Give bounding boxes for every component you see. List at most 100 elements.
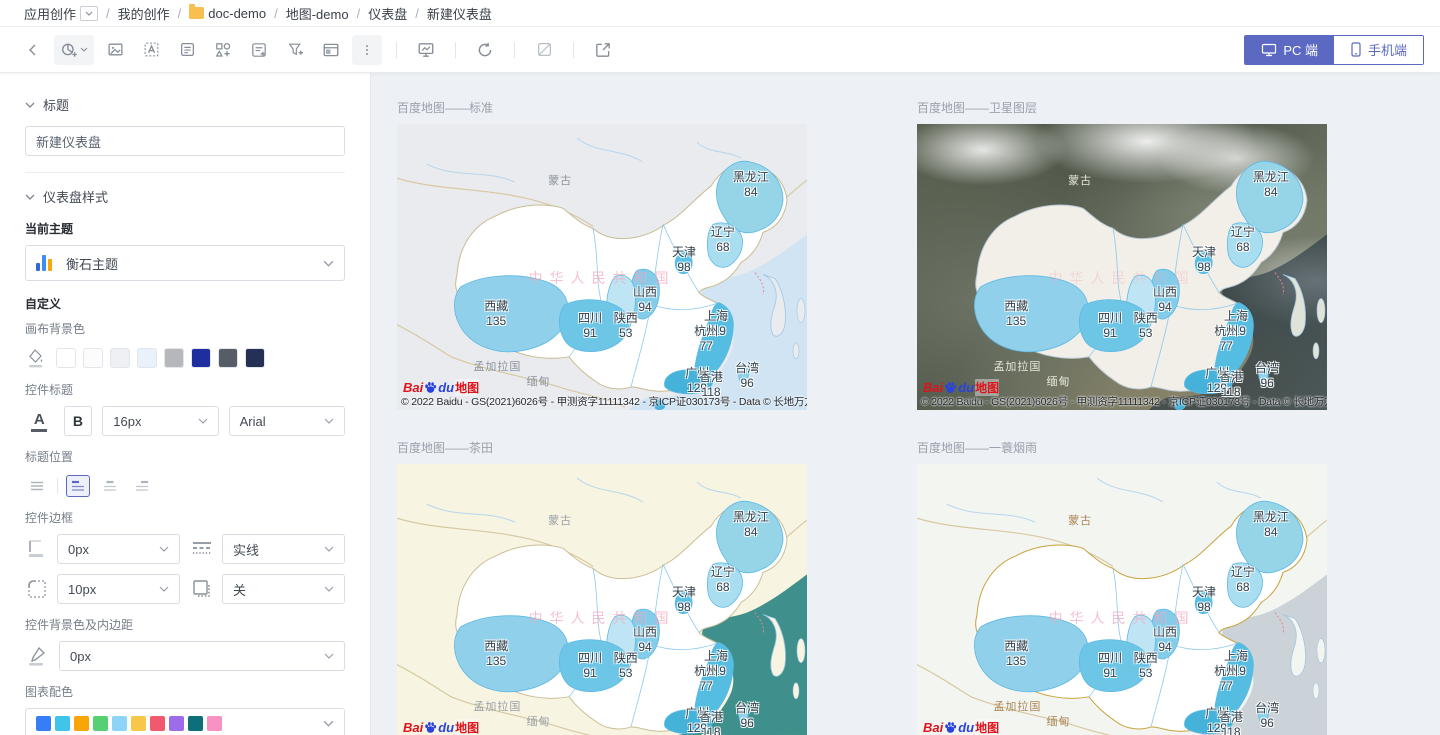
chevron-down-icon [323,720,334,727]
chevron-down-icon [324,418,334,424]
breadcrumb-new-dashboard[interactable]: 新建仪表盘 [427,4,492,23]
province-data-label: 辽宁68 [1231,225,1255,255]
baidu-map-widget[interactable]: 中华人民共和国 蒙古孟加拉国缅甸黑龙江84辽宁68天津98山西94陕西53西藏1… [917,464,1327,735]
widget-title-label: 控件标题 [25,381,345,398]
breadcrumb-my-creation[interactable]: 我的创作 [118,4,170,23]
section-style-label: 仪表盘样式 [43,187,108,206]
font-color-button[interactable]: A [25,406,54,436]
province-data-label: 黑龙江84 [733,510,769,540]
border-radius-select[interactable]: 10px [57,574,180,604]
province-value: 84 [1253,525,1289,540]
add-image-button[interactable] [100,35,130,65]
canvas-bg-color-swatch[interactable] [137,348,157,368]
canvas-bg-swatches [25,347,345,369]
province-name: 山西 [633,625,657,639]
section-dashboard-style-header[interactable]: 仪表盘样式 [25,187,345,206]
canvas-bg-color-swatch[interactable] [164,348,184,368]
breadcrumb-separator: / [178,6,182,21]
canvas-bg-color-swatch[interactable] [218,348,238,368]
province-name: 香港 [699,710,723,724]
contrast-button[interactable] [529,35,559,65]
add-text-button[interactable] [136,35,166,65]
breadcrumb-map-demo[interactable]: 地图-demo [286,4,349,23]
shadow-select[interactable]: 关 [222,574,345,604]
shadow-icon [190,577,214,601]
mobile-view-button[interactable]: 手机端 [1334,36,1423,64]
theme-select[interactable]: 衡石主题 [25,245,345,281]
province-name: 山西 [1153,285,1177,299]
add-form-button[interactable] [172,35,202,65]
baidu-map-widget[interactable]: 中华人民共和国 蒙古孟加拉国缅甸黑龙江84辽宁68天津98山西94陕西53西藏1… [917,124,1327,410]
paint-bucket-icon [25,347,47,369]
border-width-value: 0px [68,542,151,557]
funnel-filter-button[interactable] [280,35,310,65]
province-value: 135 [1004,314,1028,329]
chevron-down-icon [323,260,334,267]
present-button[interactable] [411,35,441,65]
customize-label: 自定义 [25,295,345,312]
title-position-group [25,475,345,497]
paint-brush-icon [25,644,49,668]
title-align-right-button[interactable] [130,475,154,497]
baidu-map-widget[interactable]: 中华人民共和国 蒙古孟加拉国缅甸黑龙江84辽宁68天津98山西94陕西53西藏1… [397,464,807,735]
breadcrumb-folder[interactable]: doc-demo [189,6,266,21]
chevron-down-icon [25,102,35,108]
phone-icon [1350,42,1362,57]
palette-color-chip [207,716,222,731]
province-data-label: 黑龙江84 [1253,510,1289,540]
border-width-select[interactable]: 0px [57,534,180,564]
map-card: 百度地图——标准 [397,99,807,410]
title-align-left-button[interactable] [66,475,90,497]
breadcrumb-dropdown-icon[interactable] [80,6,98,21]
baidu-logo-text: du [958,380,974,395]
canvas-bg-color-swatch[interactable] [191,348,211,368]
canvas-bg-color-swatch[interactable] [110,348,130,368]
baidu-map-widget[interactable]: 中华人民共和国 蒙古孟加拉国缅甸黑龙江84辽宁68天津98山西94陕西53西藏1… [397,124,807,410]
refresh-button[interactable] [470,35,500,65]
pc-view-button[interactable]: PC 端 [1245,36,1334,64]
section-title-header[interactable]: 标题 [25,95,345,114]
border-style-select[interactable]: 实线 [222,534,345,564]
shadow-value: 关 [233,580,316,599]
baidu-paw-icon [944,381,957,394]
font-size-select[interactable]: 16px [102,406,218,436]
palette-preview [36,716,315,731]
add-widget-button[interactable] [208,35,238,65]
widget-padding-select[interactable]: 0px [59,641,345,671]
canvas-bg-color-swatch[interactable] [245,348,265,368]
breadcrumb-app-creation[interactable]: 应用创作 [24,4,98,23]
chevron-down-icon [80,47,88,52]
province-value: 68 [1231,240,1255,255]
map-attribution: © 2022 Baidu - GS(2021)6026号 - 甲测资字11111… [401,394,807,409]
map-labels: 蒙古孟加拉国缅甸黑龙江84辽宁68天津98山西94陕西53西藏135四川91上海… [397,464,807,735]
dashboard-title-input[interactable] [25,126,345,156]
chevron-down-icon [198,418,208,424]
breadcrumb-label: doc-demo [208,6,266,21]
province-name: 辽宁 [711,565,735,579]
add-panel-button[interactable] [316,35,346,65]
province-data-label: 辽宁68 [1231,565,1255,595]
back-button[interactable] [18,35,48,65]
title-align-center-button[interactable] [98,475,122,497]
province-name: 四川 [1098,651,1122,665]
canvas-bg-color-swatch[interactable] [83,348,103,368]
province-name: 西藏 [1004,299,1028,313]
map-labels: 蒙古孟加拉国缅甸黑龙江84辽宁68天津98山西94陕西53西藏135四川91上海… [917,124,1327,410]
font-color-letter: A [34,411,45,428]
more-button[interactable] [352,35,382,65]
province-name: 天津 [1192,585,1216,599]
province-value: 68 [711,580,735,595]
breadcrumb-dashboard[interactable]: 仪表盘 [368,4,407,23]
province-name: 香港 [699,370,723,384]
share-button[interactable] [588,35,618,65]
canvas-bg-color-swatch[interactable] [56,348,76,368]
chart-palette-select[interactable] [25,708,345,735]
title-hidden-button[interactable] [25,475,49,497]
font-family-select[interactable]: Arial [229,406,345,436]
bold-button[interactable]: B [64,406,93,436]
province-data-label: 杭州77 [1214,664,1238,694]
font-color-bar [31,429,47,432]
add-chart-button[interactable] [54,35,94,65]
add-filter-list-button[interactable] [244,35,274,65]
province-value: 77 [1214,339,1238,354]
